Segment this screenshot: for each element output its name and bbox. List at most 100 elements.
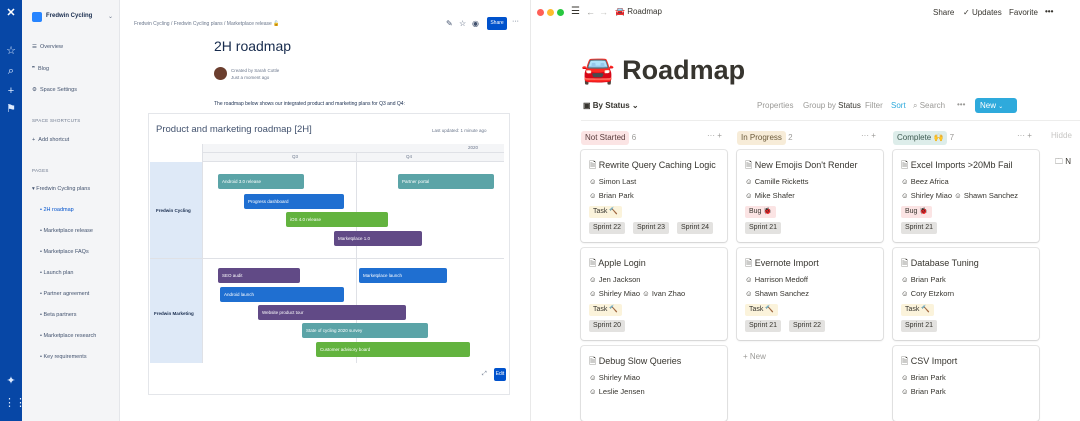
view-selector[interactable]: ▣ By Status ⌄ [583,101,639,110]
search-icon[interactable]: ⌕ [4,64,18,78]
new-button[interactable]: New ⌄ [975,98,1017,113]
last-updated: Last updated: 1 minute ago [432,128,487,133]
menu-icon[interactable]: ☰ [571,6,580,17]
card[interactable]: 🗎 Debug Slow Queries ☺ Shirley Miao ☺ Le… [581,346,727,421]
column-header-in-progress[interactable]: In Progress 2 [737,131,793,145]
share-button[interactable]: Share [933,8,954,17]
chevron-down-icon[interactable]: ⌄ [108,13,113,20]
more-actions-icon[interactable]: ··· [512,18,519,25]
favorite-button[interactable]: Favorite [1009,8,1038,17]
card[interactable]: 🗎 Database Tuning ☺ Brian Park ☺ Cory Et… [893,248,1039,340]
confluence-logo-icon[interactable]: ✕ [4,6,18,20]
person: ☺ Shirley Miao ☺ Ivan Zhao [589,289,686,298]
back-arrow-icon[interactable]: ← [586,7,595,17]
help-icon[interactable]: ✦ [4,374,18,388]
roadmap-bar[interactable]: Android 3.0 release [218,174,304,189]
roadmap-bar[interactable]: SEO audit [218,268,300,283]
page-tree-item[interactable]: • Partner agreement [40,291,89,297]
search-button[interactable]: ⌕ Search [913,101,945,111]
confluence-window: ✕ ☆ ⌕ + ⚑ ✦ ⋮⋮ Fredwin Cycling ⌄ ☰ Overv… [0,0,530,421]
more-options-button[interactable]: ••• [1045,7,1053,16]
roadmap-bar[interactable]: Android launch [220,287,344,302]
hidden-columns[interactable]: Hidde [1051,131,1072,140]
page-tree-item[interactable]: • 2H roadmap [40,207,74,213]
notifications-icon[interactable]: ⚑ [4,102,18,116]
sprint-tag: Sprint 22 [789,320,826,332]
filter-button[interactable]: Filter [865,101,883,110]
page-tree-item[interactable]: • Beta partners [40,312,77,318]
hidden-card-peek[interactable]: 🗀 N [1055,156,1071,170]
group-by-button[interactable]: Group by Status [803,101,861,110]
person: ☺ Harrison Medoff [745,275,808,284]
avatar[interactable] [214,67,227,80]
properties-button[interactable]: Properties [757,101,793,110]
breadcrumb[interactable]: Fredwin Cycling / Fredwin Cycling plans … [134,21,279,27]
column-options[interactable]: ··· + [707,131,722,140]
roadmap-bar[interactable]: Marketplace launch [359,268,447,283]
shortcuts-heading: SPACE SHORTCUTS [32,118,81,123]
page-tree-item[interactable]: • Marketplace FAQs [40,249,89,255]
card[interactable]: 🗎 New Emojis Don't Render ☺ Camille Rick… [737,150,883,242]
type-tag: Task 🔨 [901,304,935,316]
lane-label: Fredwin Cycling [156,208,191,213]
card[interactable]: 🗎 Evernote Import ☺ Harrison Medoff ☺ Sh… [737,248,883,340]
sprint-tag: Sprint 21 [901,222,938,234]
expand-icon[interactable]: ⤢ [482,371,487,378]
person: ☺ Cory Etzkorn [901,289,955,298]
type-tag: Bug 🐞 [901,206,933,218]
nav-space-settings[interactable]: ⚙ Space Settings [32,87,77,93]
card[interactable]: 🗎 Excel Imports >20Mb Fail ☺ Beez Africa… [893,150,1039,242]
roadmap-bar[interactable]: Partner portal [398,174,494,189]
breadcrumb[interactable]: 🚘 Roadmap [615,7,662,16]
forward-arrow-icon[interactable]: → [599,7,608,17]
column-header-not-started[interactable]: Not Started 6 [581,131,636,145]
add-new-card-button[interactable]: + New [743,352,766,361]
card[interactable]: 🗎 Apple Login ☺ Jen Jackson ☺ Shirley Mi… [581,248,727,340]
roadmap-bar[interactable]: Customer advisory board [316,342,470,357]
page-tree-item[interactable]: • Marketplace research [40,333,96,339]
more-icon[interactable]: ••• [957,100,965,109]
starred-icon[interactable]: ☆ [4,44,18,58]
person: ☺ Leslie Jensen [589,387,645,396]
nav-blog[interactable]: ❞ Blog [32,66,49,72]
page-tree-root[interactable]: ▾ Fredwin Cycling plans [32,186,90,192]
page-title: 🚘 Roadmap [581,55,746,85]
nav-overview[interactable]: ☰ Overview [32,44,63,50]
card-title: 🗎 Database Tuning [901,258,979,268]
card[interactable]: 🗎 Rewrite Query Caching Logic ☺ Simon La… [581,150,727,242]
roadmap-bar[interactable]: State of cycling 2020 survey [302,323,428,338]
roadmap-bar[interactable]: Progress dashboard [244,194,344,209]
maximize-window-button[interactable] [557,9,564,16]
roadmap-bar[interactable]: Website product tour [258,305,406,320]
person: ☺ Brian Park [901,387,946,396]
card-title: 🗎 Apple Login [589,258,646,268]
person: ☺ Jen Jackson [589,275,641,284]
edit-icon[interactable]: ✎ [446,19,453,28]
column-options[interactable]: ··· + [861,131,876,140]
column-header-complete[interactable]: Complete 🙌 7 [893,131,954,145]
minimize-window-button[interactable] [547,9,554,16]
app-switcher-icon[interactable]: ⋮⋮ [4,396,26,410]
updates-button[interactable]: ✓ Updates [963,8,1002,17]
create-icon[interactable]: + [4,84,18,98]
sort-button[interactable]: Sort [891,101,906,110]
share-button[interactable]: Share [487,17,507,30]
card-title: 🗎 Excel Imports >20Mb Fail [901,160,1013,170]
add-shortcut-button[interactable]: + Add shortcut [32,137,69,143]
page-tree-item[interactable]: • Key requirements [40,354,87,360]
roadmap-bar[interactable]: iOS 4.0 release [286,212,388,227]
time-line: Just a moment ago [231,75,270,80]
page-tree-item[interactable]: • Launch plan [40,270,73,276]
page-tree-item[interactable]: • Marketplace release [40,228,93,234]
restriction-icon: 🔓 [273,21,280,27]
space-name[interactable]: Fredwin Cycling [46,13,92,19]
close-window-button[interactable] [537,9,544,16]
roadmap-bar[interactable]: Marketplace 1.0 [334,231,422,246]
card[interactable]: 🗎 CSV Import ☺ Brian Park ☺ Brian Park [893,346,1039,421]
edit-roadmap-button[interactable]: Edit [494,368,506,381]
column-options[interactable]: ··· + [1017,131,1032,140]
star-icon[interactable]: ☆ [459,19,466,28]
intro-text: The roadmap below shows our integrated p… [214,101,405,107]
author-line[interactable]: Created by Sarah Cottle [231,68,279,73]
watch-icon[interactable]: ◉ [472,19,479,28]
